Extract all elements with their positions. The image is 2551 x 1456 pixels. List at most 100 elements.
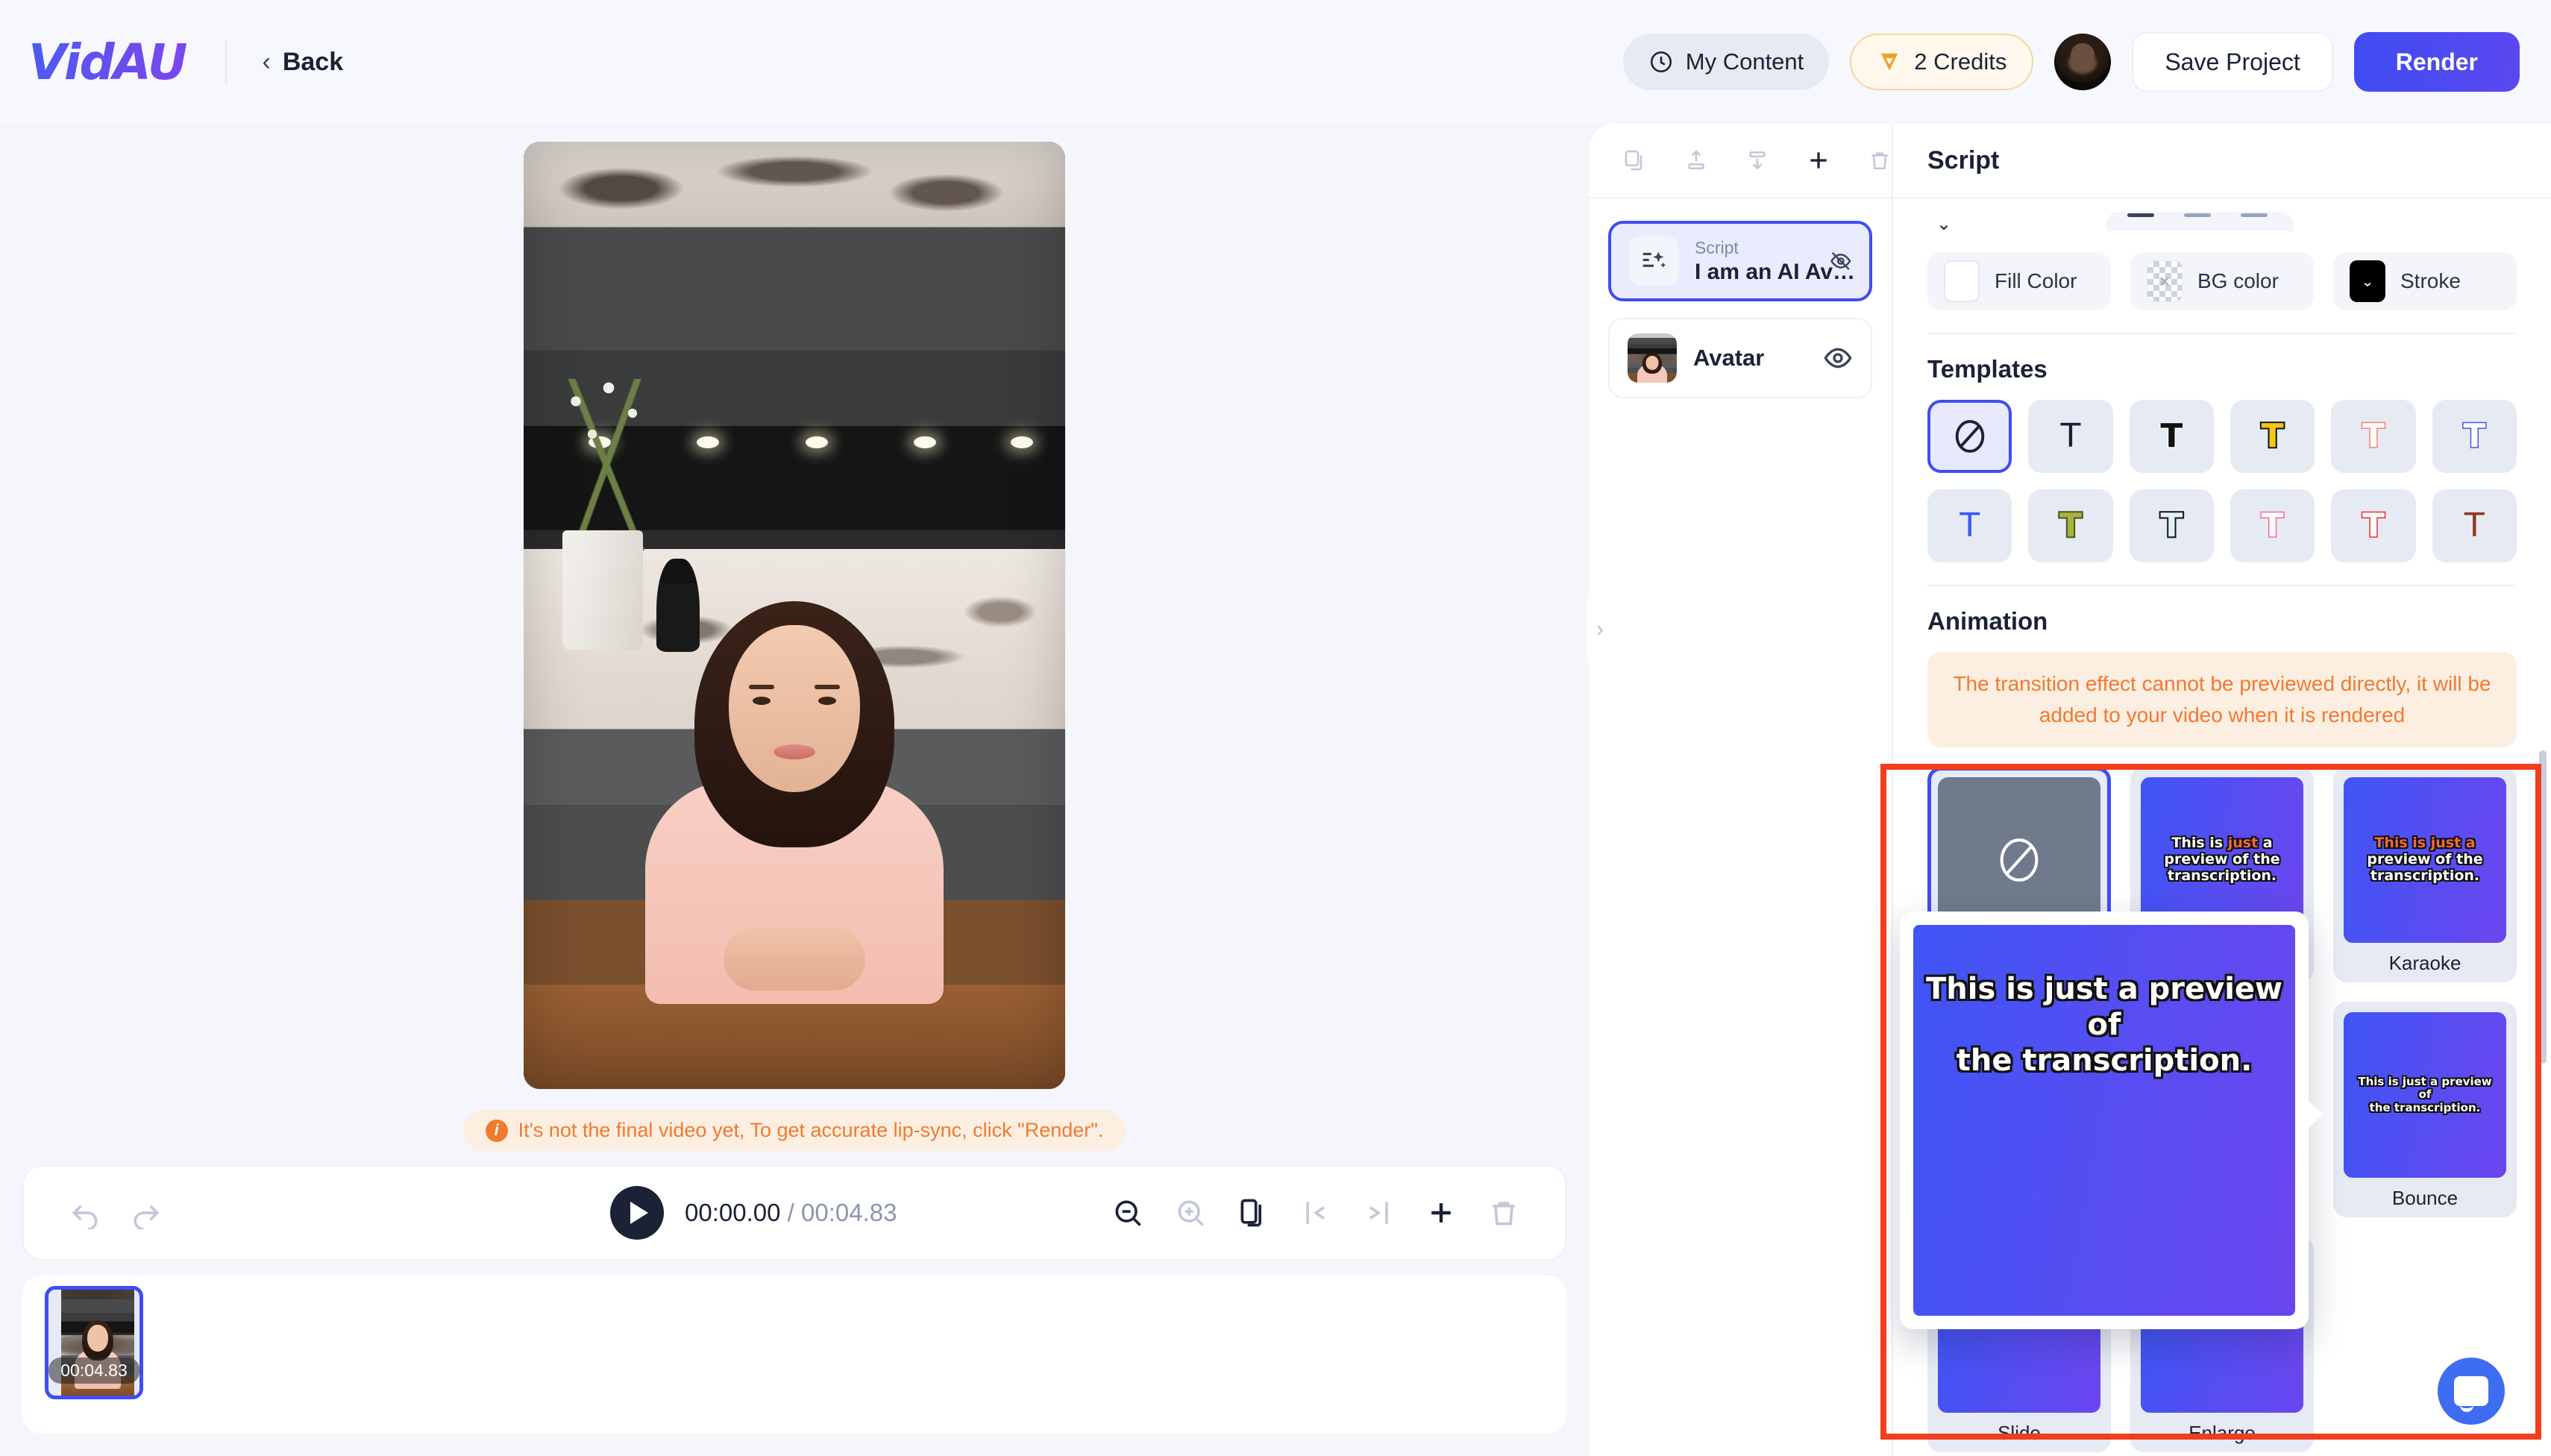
bg-color-swatch[interactable]: [2147, 260, 2183, 302]
credits-label: 2 Credits: [1914, 48, 2007, 75]
template-cell-olive-outline[interactable]: T: [2028, 489, 2113, 562]
animation-thumb-bounce: This is just a preview of the transcript…: [2344, 1012, 2506, 1178]
bg-color-control[interactable]: BG color: [2130, 252, 2314, 310]
back-button[interactable]: ‹ Back: [263, 48, 344, 77]
eye-icon[interactable]: [1823, 343, 1853, 373]
script-sparkle-icon: [1642, 251, 1666, 269]
zoom-out-icon[interactable]: [1111, 1196, 1144, 1229]
fill-color-control[interactable]: Fill Color: [1927, 252, 2111, 310]
animation-card-karaoke[interactable]: This is just a preview of the transcript…: [2333, 767, 2517, 982]
align-left-icon: [2127, 213, 2154, 217]
fill-color-label: Fill Color: [1995, 269, 2077, 292]
avatar-layer-title: Avatar: [1693, 345, 1765, 371]
delete-clip-icon[interactable]: [1487, 1196, 1520, 1229]
send-to-back-icon[interactable]: [1745, 145, 1769, 175]
add-layer-icon[interactable]: [1807, 145, 1830, 175]
properties-scrollbar[interactable]: [2539, 750, 2547, 1064]
add-clip-icon[interactable]: [1425, 1196, 1458, 1229]
avatar[interactable]: [2054, 34, 2112, 90]
template-glyph: T: [2060, 417, 2081, 455]
render-button[interactable]: Render: [2353, 32, 2520, 92]
app-header: VidAU ‹ Back My Content 2 Credits Save P…: [0, 0, 2551, 124]
template-cell-brown-plain[interactable]: T: [2432, 489, 2517, 562]
animation-preview-text: This is just a preview of the transcript…: [2358, 1075, 2492, 1114]
delete-layer-icon[interactable]: [1868, 145, 1892, 175]
animation-label: Slide: [1998, 1422, 2041, 1444]
layer-item-avatar[interactable]: Avatar: [1608, 318, 1872, 398]
total-time: 00:04.83: [800, 1199, 897, 1226]
lip-sync-notice: i It's not the final video yet, To get a…: [462, 1110, 1126, 1151]
split-right-icon[interactable]: [1362, 1196, 1395, 1229]
split-left-icon[interactable]: [1299, 1196, 1332, 1229]
align-center-icon: [2184, 213, 2211, 217]
chat-support-button[interactable]: [2438, 1358, 2505, 1425]
credits-button[interactable]: 2 Credits: [1850, 34, 2034, 90]
layer-toolbar: [1589, 124, 1892, 198]
playback-controls: 00:00.00 / 00:04.83: [610, 1186, 897, 1240]
video-vignette: [524, 142, 1065, 1089]
layer-item-script[interactable]: Script I am an AI Av…: [1608, 221, 1872, 301]
stroke-control[interactable]: ⌄ Stroke: [2333, 252, 2517, 310]
template-cell-blue-plain[interactable]: T: [1927, 489, 2012, 562]
script-layer-text: Script I am an AI Av…: [1695, 238, 1855, 285]
chevron-down-icon[interactable]: ⌄: [1936, 213, 1951, 231]
time-separator: /: [780, 1199, 801, 1226]
duplicate-clip-icon[interactable]: [1237, 1196, 1270, 1229]
panel-collapse-handle[interactable]: ›: [1587, 598, 1613, 661]
play-icon: [630, 1202, 648, 1224]
templates-grid: T T T T T T T T T T T: [1927, 400, 2517, 562]
template-cell-none[interactable]: [1927, 400, 2012, 473]
info-icon: i: [485, 1119, 508, 1142]
animation-hover-preview-text: This is just a preview of the transcript…: [1926, 972, 2282, 1078]
vidau-logo[interactable]: VidAU: [28, 34, 187, 91]
timeline-clip[interactable]: 00:04.83: [45, 1286, 143, 1399]
template-glyph: T: [2159, 417, 2184, 455]
copy-layer-icon[interactable]: [1623, 145, 1647, 175]
play-button[interactable]: [610, 1186, 664, 1240]
fill-color-swatch[interactable]: [1944, 260, 1980, 302]
template-cell-red-outline[interactable]: T: [2331, 489, 2416, 562]
current-time: 00:00.00: [685, 1199, 781, 1226]
animation-card-bounce[interactable]: This is just a preview of the transcript…: [2333, 1002, 2517, 1217]
template-cell-salmon-outline[interactable]: T: [2331, 400, 2416, 473]
properties-divider: [1927, 333, 2517, 334]
timeline-track[interactable]: 00:04.83: [22, 1275, 1566, 1434]
stroke-label: Stroke: [2400, 269, 2461, 292]
template-cell-ice-outline[interactable]: T: [2129, 489, 2214, 562]
lip-sync-notice-text: It's not the final video yet, To get acc…: [518, 1119, 1104, 1141]
properties-title: Script: [1893, 124, 2551, 198]
chat-bubble-icon: [2454, 1376, 2488, 1412]
time-display: 00:00.00 / 00:04.83: [685, 1199, 897, 1227]
header-divider: [225, 40, 227, 84]
template-cell-blue-outline[interactable]: T: [2432, 400, 2517, 473]
save-project-button[interactable]: Save Project: [2132, 32, 2333, 92]
history-controls: [69, 1196, 163, 1229]
zoom-in-icon[interactable]: [1174, 1196, 1207, 1229]
template-cell-yellow-outline[interactable]: T: [2230, 400, 2315, 473]
template-cell-pink-outline[interactable]: T: [2230, 489, 2315, 562]
timeline-tools: [1111, 1196, 1520, 1229]
render-label: Render: [2395, 48, 2478, 75]
template-cell-plain-thin[interactable]: T: [2028, 400, 2113, 473]
video-canvas-area: i It's not the final video yet, To get a…: [0, 124, 1589, 1168]
animation-label: Enlarge: [2188, 1422, 2256, 1444]
my-content-button[interactable]: My Content: [1622, 34, 1830, 90]
my-content-label: My Content: [1685, 48, 1804, 75]
template-cell-black-outline[interactable]: T: [2129, 400, 2214, 473]
text-align-group[interactable]: [2106, 212, 2293, 231]
undo-icon[interactable]: [69, 1196, 101, 1229]
animation-hover-preview: This is just a preview of the transcript…: [1900, 911, 2323, 1329]
animation-title: Animation: [1927, 607, 2048, 635]
animation-hover-preview-canvas: This is just a preview of the transcript…: [1913, 925, 2295, 1316]
bring-to-front-icon[interactable]: [1684, 145, 1708, 175]
eye-off-icon[interactable]: [1830, 246, 1851, 276]
header-actions: My Content 2 Credits Save Project Render: [1622, 32, 2520, 92]
avatar-layer-thumb: [1628, 333, 1677, 383]
stroke-color-swatch[interactable]: ⌄: [2350, 260, 2385, 302]
animation-label: Karaoke: [2388, 952, 2461, 974]
alignment-controls-clipped: ⌄: [1927, 198, 2517, 231]
redo-icon[interactable]: [130, 1196, 163, 1229]
timeline-toolbar: 00:00.00 / 00:04.83: [22, 1165, 1566, 1261]
video-preview[interactable]: [524, 142, 1065, 1089]
script-layer-thumb: [1629, 236, 1678, 286]
